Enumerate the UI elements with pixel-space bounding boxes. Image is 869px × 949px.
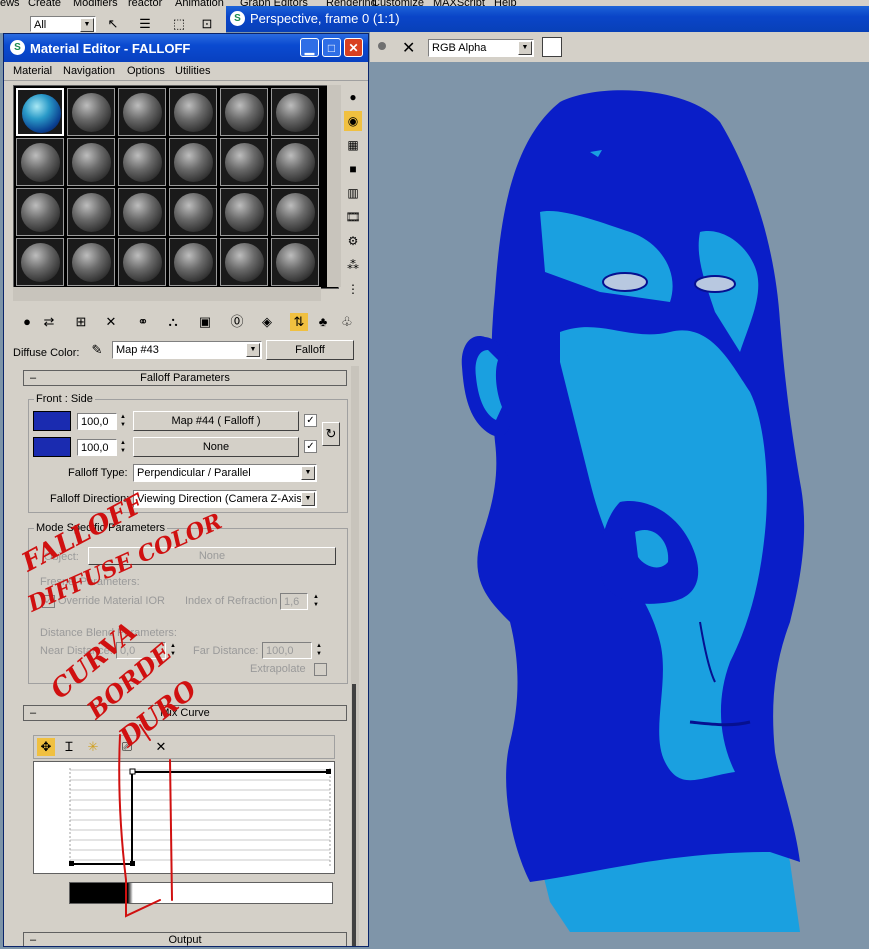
handwritten-annotations: FALLOFF DIFFUSE COLOR CURVA BORDE DURO — [16, 488, 226, 918]
